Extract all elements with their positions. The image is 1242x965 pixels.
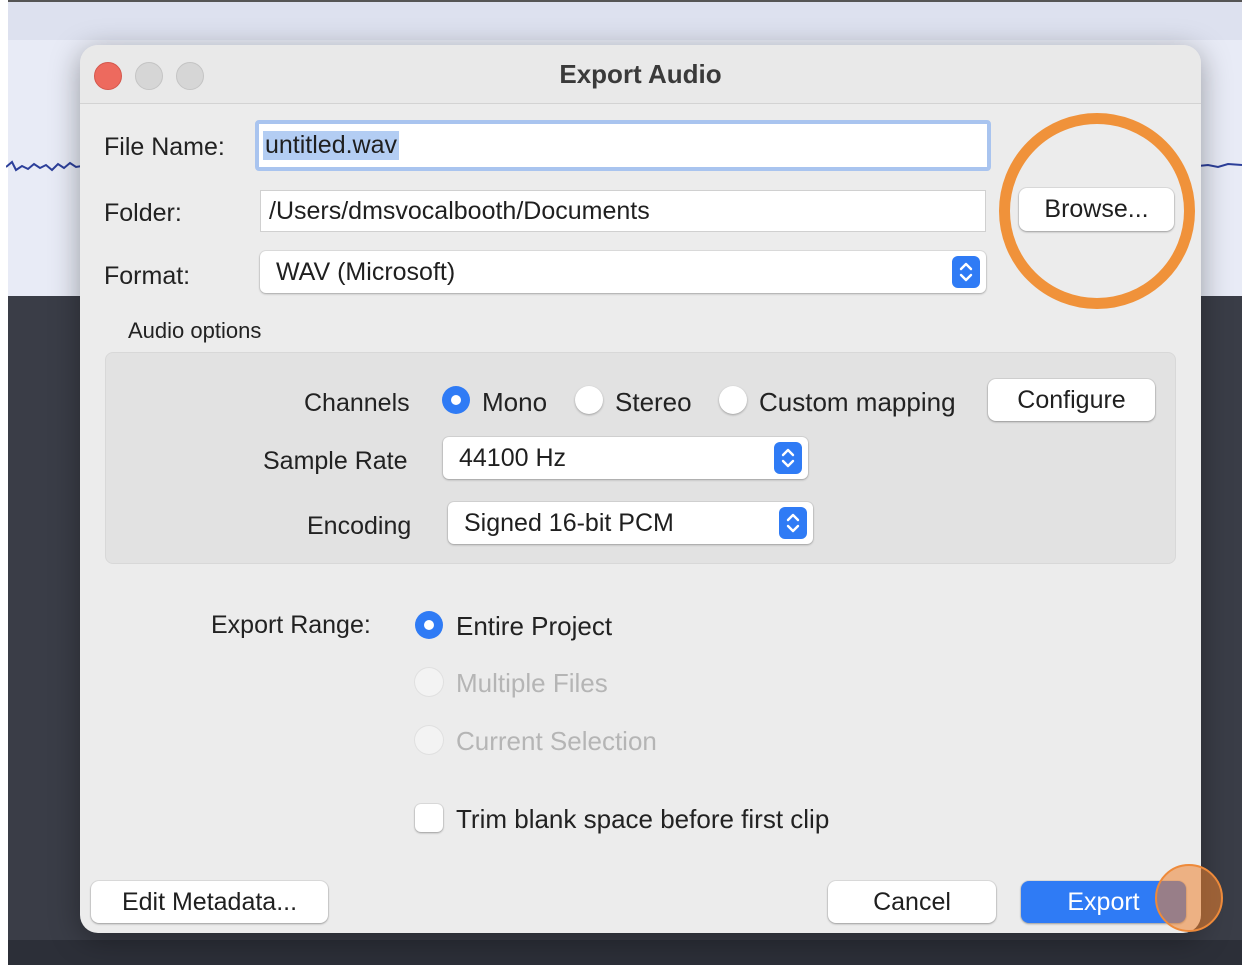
channel-stereo-label[interactable]: Stereo — [615, 387, 692, 418]
app-toolbar-background — [0, 0, 1242, 40]
export-range-label: Export Range: — [211, 611, 371, 639]
configure-button[interactable]: Configure — [988, 379, 1155, 421]
range-current-selection-radio[interactable] — [415, 726, 443, 754]
cancel-button[interactable]: Cancel — [828, 881, 996, 923]
format-selected-value: WAV (Microsoft) — [276, 257, 456, 286]
folder-value: /Users/dmsvocalbooth/Documents — [269, 196, 650, 225]
format-stepper-icon — [952, 256, 980, 288]
range-multiple-files-radio[interactable] — [415, 668, 443, 696]
channels-label: Channels — [304, 389, 410, 417]
channel-custom-mapping-label[interactable]: Custom mapping — [759, 387, 956, 418]
dialog-title: Export Audio — [559, 59, 722, 89]
sample-rate-select[interactable]: 44100 Hz — [443, 437, 808, 479]
audio-options-heading: Audio options — [128, 318, 262, 343]
app-bottom-bar — [0, 940, 1242, 965]
encoding-selected-value: Signed 16-bit PCM — [464, 508, 674, 537]
annotation-highlight-ring — [999, 113, 1195, 309]
trim-blank-space-label[interactable]: Trim blank space before first clip — [456, 804, 829, 835]
folder-label: Folder: — [104, 199, 182, 227]
dialog-titlebar: Export Audio — [80, 45, 1201, 104]
range-entire-project-radio[interactable] — [415, 611, 443, 639]
sample-rate-stepper-icon — [774, 442, 802, 474]
range-multiple-files-label[interactable]: Multiple Files — [456, 668, 608, 699]
channel-stereo-radio[interactable] — [575, 386, 603, 414]
sample-rate-selected-value: 44100 Hz — [459, 443, 567, 472]
encoding-select[interactable]: Signed 16-bit PCM — [448, 502, 813, 544]
channel-custom-mapping-radio[interactable] — [719, 386, 747, 414]
range-current-selection-label[interactable]: Current Selection — [456, 726, 657, 757]
annotation-click-indicator — [1155, 864, 1223, 932]
encoding-label: Encoding — [307, 512, 412, 540]
waveform-right-icon — [1198, 162, 1242, 169]
waveform-left-icon — [6, 160, 82, 172]
edit-metadata-button[interactable]: Edit Metadata... — [91, 881, 328, 923]
folder-input[interactable]: /Users/dmsvocalbooth/Documents — [260, 190, 986, 232]
range-entire-project-label[interactable]: Entire Project — [456, 611, 612, 642]
file-name-input[interactable]: untitled.wav — [255, 120, 991, 171]
window-edge — [0, 0, 8, 965]
format-label: Format: — [104, 262, 191, 290]
file-name-value: untitled.wav — [263, 131, 400, 160]
encoding-stepper-icon — [779, 507, 807, 539]
channel-mono-radio[interactable] — [442, 386, 470, 414]
trim-blank-space-checkbox[interactable] — [415, 804, 443, 832]
format-select[interactable]: WAV (Microsoft) — [260, 251, 986, 293]
sample-rate-label: Sample Rate — [263, 447, 408, 475]
file-name-label: File Name: — [104, 133, 225, 161]
channel-mono-label[interactable]: Mono — [482, 387, 547, 418]
